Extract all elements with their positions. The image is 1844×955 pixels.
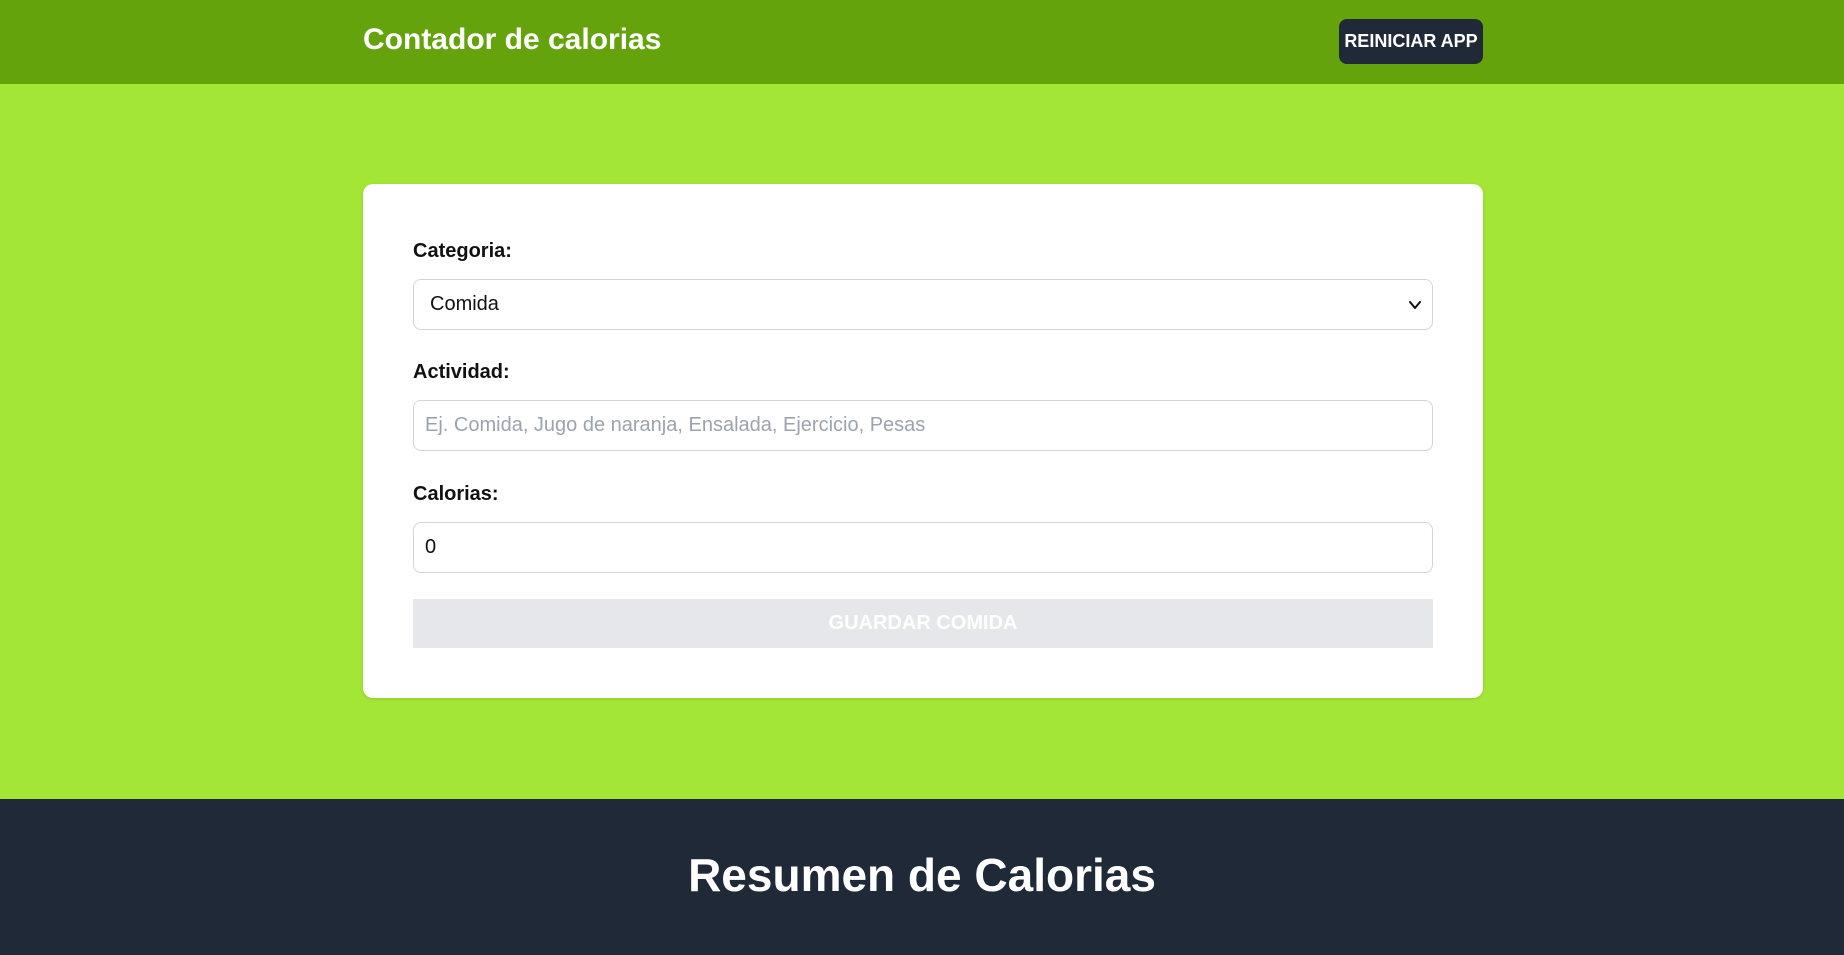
categoria-select[interactable]: Comida bbox=[413, 279, 1433, 330]
app-header: Contador de calorias Reiniciar App bbox=[0, 0, 1844, 84]
calorie-form: Categoria: Comida Actividad: Calorias: G… bbox=[363, 184, 1483, 698]
reset-app-button[interactable]: Reiniciar App bbox=[1339, 19, 1483, 64]
categoria-selected-value: Comida bbox=[430, 293, 499, 315]
actividad-label: Actividad: bbox=[413, 361, 510, 383]
actividad-input[interactable] bbox=[413, 400, 1433, 451]
calorias-input[interactable] bbox=[413, 522, 1433, 573]
summary-title: Resumen de Calorias bbox=[688, 849, 1156, 901]
save-meal-button[interactable]: Guardar Comida bbox=[413, 599, 1433, 648]
chevron-down-icon bbox=[1409, 301, 1421, 309]
calorias-label: Calorias: bbox=[413, 483, 499, 505]
calorie-summary-section: Resumen de Calorias bbox=[0, 799, 1844, 955]
app-title: Contador de calorias bbox=[363, 23, 662, 56]
main-section: Categoria: Comida Actividad: Calorias: G… bbox=[0, 84, 1844, 799]
categoria-label: Categoria: bbox=[413, 240, 512, 262]
